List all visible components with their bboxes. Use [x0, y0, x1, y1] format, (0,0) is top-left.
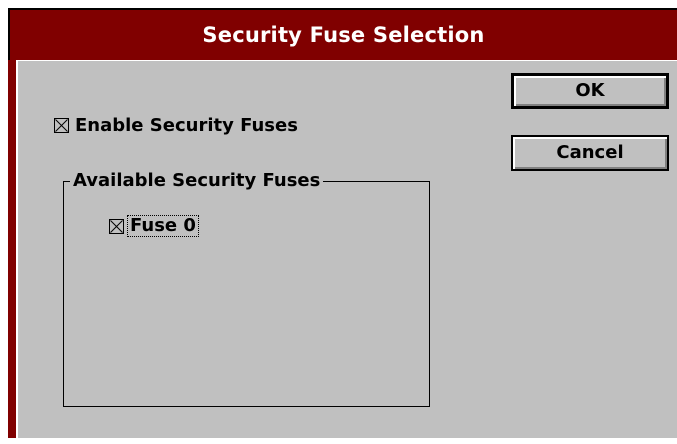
ok-button[interactable]: OK: [511, 73, 669, 109]
checked-checkbox-icon: [109, 218, 124, 234]
dialog-titlebar[interactable]: Security Fuse Selection: [8, 8, 677, 60]
dialog-title: Security Fuse Selection: [202, 23, 485, 47]
enable-security-fuses-label: Enable Security Fuses: [75, 115, 298, 136]
cancel-button[interactable]: Cancel: [511, 135, 669, 171]
dialog-client-area: Enable Security Fuses OK Cancel Availabl…: [16, 60, 677, 438]
security-fuse-dialog: Security Fuse Selection Enable Security …: [8, 8, 677, 438]
checked-checkbox-icon: [54, 118, 69, 133]
fuse-0-label: Fuse 0: [127, 215, 199, 237]
enable-security-fuses-checkbox[interactable]: Enable Security Fuses: [54, 115, 298, 136]
group-title: Available Security Fuses: [70, 170, 324, 192]
fuse-0-checkbox[interactable]: Fuse 0: [109, 215, 199, 237]
available-security-fuses-group: Available Security Fuses Fuse 0: [63, 170, 430, 407]
